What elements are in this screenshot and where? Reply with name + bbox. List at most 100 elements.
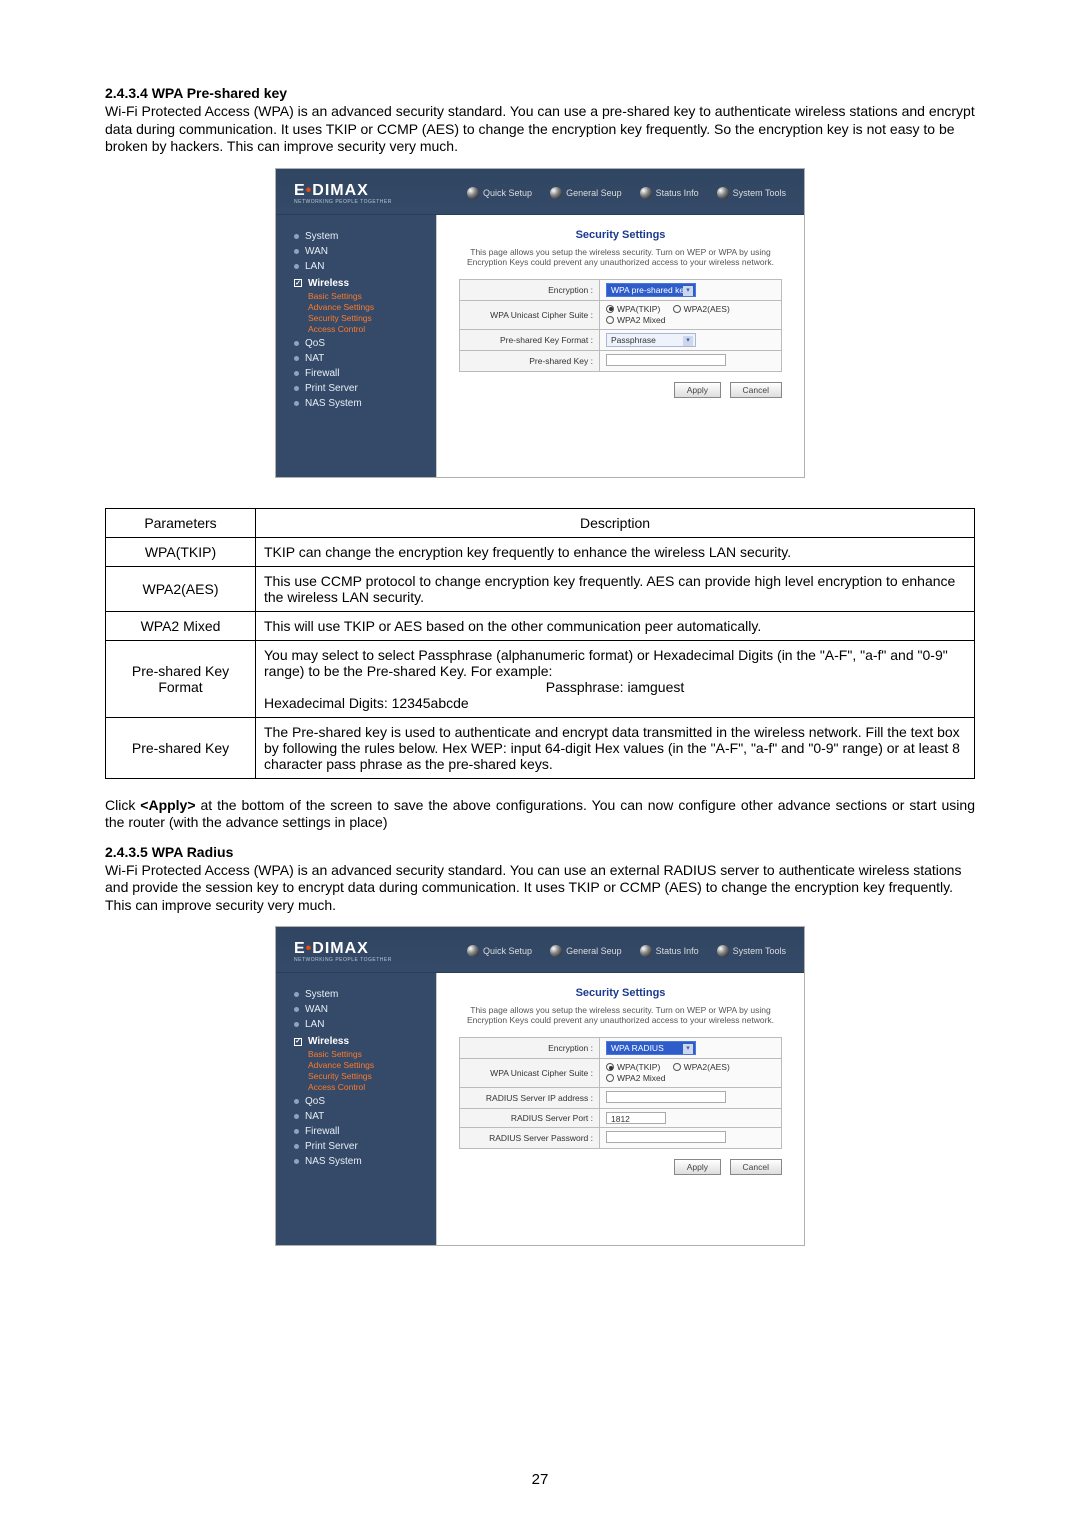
cancel-button[interactable]: Cancel [730, 1159, 782, 1175]
radio-label: WPA(TKIP) [617, 304, 660, 314]
radio-wpa2-aes[interactable]: WPA2(AES) [673, 1062, 730, 1072]
nav-general-setup[interactable]: General Seup [550, 187, 622, 199]
radio-wpa-tkip[interactable]: WPA(TKIP) [606, 304, 660, 314]
logo-tagline: NETWORKING PEOPLE TOGETHER [294, 957, 404, 963]
sidebar-item-nas[interactable]: NAS System [294, 398, 422, 409]
cancel-button[interactable]: Cancel [730, 382, 782, 398]
bullet-icon [294, 234, 299, 239]
preshared-key-input[interactable] [606, 354, 726, 366]
nav-quick-setup[interactable]: Quick Setup [467, 945, 532, 957]
sidebar-item-system[interactable]: System [294, 989, 422, 1000]
sidebar-item-wan[interactable]: WAN [294, 246, 422, 257]
radio-label: WPA2(AES) [684, 1062, 730, 1072]
sidebar-item-nas[interactable]: NAS System [294, 1156, 422, 1167]
apply-button[interactable]: Apply [674, 1159, 721, 1175]
sidebar-item-wireless[interactable]: ✓Wireless [294, 278, 422, 289]
button-row: Apply Cancel [459, 382, 782, 398]
bullet-icon [294, 371, 299, 376]
param-desc: You may select to select Passphrase (alp… [256, 640, 975, 717]
orb-icon [550, 945, 562, 957]
sidebar-item-print[interactable]: Print Server [294, 383, 422, 394]
sidebar-item-system[interactable]: System [294, 231, 422, 242]
orb-icon [467, 945, 479, 957]
sidebar-label: NAS System [305, 1156, 362, 1167]
sidebar-item-print[interactable]: Print Server [294, 1141, 422, 1152]
table-row: Pre-shared Key Format You may select to … [106, 640, 975, 717]
sidebar-item-qos[interactable]: QoS [294, 338, 422, 349]
edimax-logo: E•DIMAX NETWORKING PEOPLE TOGETHER [294, 183, 404, 205]
key-format-select[interactable]: Passphrase▾ [606, 333, 696, 347]
logo-suffix: DIMAX [312, 940, 369, 957]
sidebar-label: Wireless [308, 1036, 349, 1047]
radius-port-input[interactable]: 1812 [606, 1112, 666, 1124]
content-description: This page allows you setup the wireless … [459, 1005, 782, 1025]
sidebar-item-nat[interactable]: NAT [294, 353, 422, 364]
nav-label: Quick Setup [483, 946, 532, 956]
logo-suffix: DIMAX [312, 182, 369, 199]
row-label-cipher: WPA Unicast Cipher Suite : [460, 300, 600, 329]
row-label-radius-ip: RADIUS Server IP address : [460, 1088, 600, 1109]
note-post: at the bottom of the screen to save the … [105, 797, 975, 831]
nav-status-info[interactable]: Status Info [640, 187, 699, 199]
radio-label: WPA2 Mixed [617, 1073, 666, 1083]
radio-wpa2-mixed[interactable]: WPA2 Mixed [606, 315, 666, 325]
nav-system-tools[interactable]: System Tools [717, 945, 786, 957]
sidebar-label: LAN [305, 261, 324, 272]
bullet-icon [294, 386, 299, 391]
sidebar-item-wireless[interactable]: ✓Wireless [294, 1036, 422, 1047]
sidebar-item-lan[interactable]: LAN [294, 261, 422, 272]
sidebar-sub-security[interactable]: Security Settings [308, 1071, 422, 1081]
sidebar-label: Print Server [305, 1141, 358, 1152]
bullet-icon [294, 1007, 299, 1012]
sidebar-item-wan[interactable]: WAN [294, 1004, 422, 1015]
sidebar-label: Firewall [305, 1126, 339, 1137]
sidebar-label: System [305, 231, 338, 242]
page-number: 27 [532, 1471, 549, 1488]
sidebar-item-firewall[interactable]: Firewall [294, 368, 422, 379]
bullet-icon [294, 341, 299, 346]
sidebar-item-firewall[interactable]: Firewall [294, 1126, 422, 1137]
sidebar-item-nat[interactable]: NAT [294, 1111, 422, 1122]
apply-button[interactable]: Apply [674, 382, 721, 398]
content-area: Security Settings This page allows you s… [436, 215, 804, 477]
radio-wpa2-aes[interactable]: WPA2(AES) [673, 304, 730, 314]
section-heading-radius: 2.4.3.5 WPA Radius [105, 844, 975, 860]
nav-status-info[interactable]: Status Info [640, 945, 699, 957]
sidebar-label: NAT [305, 353, 324, 364]
sidebar-sub-security[interactable]: Security Settings [308, 313, 422, 323]
radio-label: WPA2(AES) [684, 304, 730, 314]
bullet-icon [294, 356, 299, 361]
content-area: Security Settings This page allows you s… [436, 973, 804, 1245]
sidebar-sub-basic[interactable]: Basic Settings [308, 1049, 422, 1059]
nav-quick-setup[interactable]: Quick Setup [467, 187, 532, 199]
bullet-icon [294, 1114, 299, 1119]
sidebar-label: LAN [305, 1019, 324, 1030]
sidebar-item-lan[interactable]: LAN [294, 1019, 422, 1030]
sidebar-sub-access[interactable]: Access Control [308, 324, 422, 334]
row-label-preshared-key: Pre-shared Key : [460, 350, 600, 371]
radio-wpa2-mixed[interactable]: WPA2 Mixed [606, 1073, 666, 1083]
orb-icon [640, 187, 652, 199]
nav-label: System Tools [733, 188, 786, 198]
table-row: WPA2 Mixed This will use TKIP or AES bas… [106, 611, 975, 640]
radius-ip-input[interactable] [606, 1091, 726, 1103]
radio-icon [673, 305, 681, 313]
select-value: Passphrase [611, 335, 656, 345]
top-nav: Quick Setup General Seup Status Info Sys… [467, 187, 786, 199]
radio-wpa-tkip[interactable]: WPA(TKIP) [606, 1062, 660, 1072]
param-desc: This will use TKIP or AES based on the o… [256, 611, 975, 640]
nav-system-tools[interactable]: System Tools [717, 187, 786, 199]
row-label-key-format: Pre-shared Key Format : [460, 329, 600, 350]
checkbox-icon: ✓ [294, 279, 302, 287]
radio-icon [606, 1063, 614, 1071]
sidebar-sub-access[interactable]: Access Control [308, 1082, 422, 1092]
nav-general-setup[interactable]: General Seup [550, 945, 622, 957]
encryption-select[interactable]: WPA pre-shared key▾ [606, 283, 696, 297]
sidebar-sub-advance[interactable]: Advance Settings [308, 302, 422, 312]
orb-icon [640, 945, 652, 957]
sidebar-sub-basic[interactable]: Basic Settings [308, 291, 422, 301]
radius-password-input[interactable] [606, 1131, 726, 1143]
sidebar-sub-advance[interactable]: Advance Settings [308, 1060, 422, 1070]
sidebar-item-qos[interactable]: QoS [294, 1096, 422, 1107]
encryption-select[interactable]: WPA RADIUS▾ [606, 1041, 696, 1055]
